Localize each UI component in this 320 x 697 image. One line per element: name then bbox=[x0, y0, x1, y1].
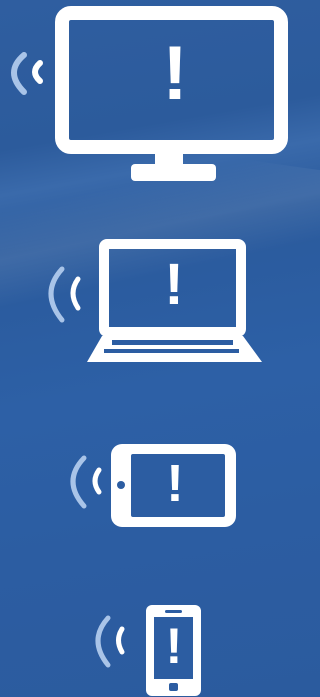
laptop-icon bbox=[87, 239, 262, 362]
tablet-alert-mark: ! bbox=[166, 455, 184, 513]
laptop-alert-mark: ! bbox=[164, 252, 184, 317]
tablet-icon bbox=[111, 444, 236, 527]
tablet-group: ! bbox=[0, 440, 289, 535]
laptop-group: ! bbox=[0, 230, 289, 370]
desktop-monitor-group: ! bbox=[0, 0, 289, 190]
desktop-monitor-icon bbox=[55, 6, 288, 181]
smartphone-icon bbox=[146, 605, 201, 696]
smartphone-alert-mark: ! bbox=[165, 618, 183, 674]
desktop-alert-mark: ! bbox=[162, 31, 188, 116]
smartphone-group: ! bbox=[0, 600, 289, 697]
